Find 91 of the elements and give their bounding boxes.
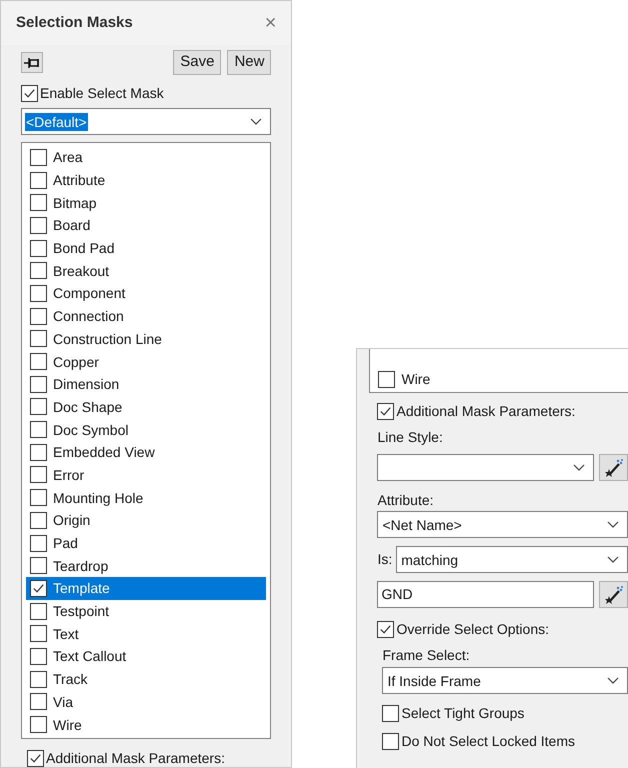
list-item[interactable]: Construction Line	[26, 328, 266, 350]
magic-wand-icon	[604, 458, 624, 478]
checkbox[interactable]	[30, 557, 47, 574]
list-item[interactable]: Bond Pad	[26, 236, 266, 260]
checkbox-label: Additional Mask Parameters:	[396, 402, 576, 420]
checkbox[interactable]	[30, 398, 47, 416]
field-label: Attribute:	[377, 491, 435, 509]
checkbox[interactable]	[30, 216, 47, 234]
text-field[interactable]: GND	[377, 581, 594, 608]
list-item[interactable]: Doc Symbol	[26, 418, 266, 441]
list-item[interactable]: Dimension	[26, 372, 266, 396]
checkbox[interactable]	[30, 172, 47, 189]
checkbox[interactable]	[30, 444, 47, 461]
checkbox[interactable]	[378, 370, 396, 388]
checkbox[interactable]	[30, 466, 47, 484]
pushpin-icon	[24, 56, 40, 68]
panel-title: Selection Masks	[16, 12, 133, 33]
list-item[interactable]: Area	[26, 146, 266, 169]
chevron-down-icon	[250, 118, 262, 126]
checkbox[interactable]	[30, 602, 47, 620]
checkbox[interactable]	[30, 648, 47, 665]
list-item[interactable]: Wire	[374, 368, 624, 391]
field-label: Line Style:	[377, 428, 444, 446]
chevron-down-icon	[607, 556, 619, 564]
checkbox-label: Enable Select Mask	[40, 84, 164, 102]
checkbox[interactable]	[21, 84, 38, 102]
toolbar-button[interactable]: Save	[173, 50, 222, 75]
list-item[interactable]: Mounting Hole	[26, 486, 266, 509]
list-item[interactable]: Error	[26, 464, 266, 486]
list-item[interactable]: Wire	[26, 713, 266, 736]
checkbox[interactable]	[30, 625, 47, 642]
field-label: Is:	[377, 550, 392, 569]
dropdown[interactable]	[377, 454, 594, 481]
chevron-down-icon	[573, 464, 585, 472]
toolbar-button[interactable]: New	[227, 50, 272, 75]
list-item[interactable]: Track	[26, 668, 266, 690]
field-label: Frame Select:	[382, 646, 471, 664]
list-item[interactable]: Bitmap	[26, 191, 266, 214]
checkbox[interactable]	[30, 148, 47, 166]
list-item[interactable]: Component	[26, 282, 266, 305]
checkbox[interactable]	[30, 580, 47, 597]
list-item[interactable]: Attribute	[26, 168, 266, 192]
dropdown[interactable]: <Net Name>	[377, 511, 628, 538]
checkbox[interactable]	[377, 402, 394, 420]
checkbox[interactable]	[30, 353, 47, 370]
checkbox[interactable]	[30, 330, 47, 348]
checkbox[interactable]	[30, 670, 47, 688]
list-item[interactable]: Text	[26, 622, 266, 646]
list-item[interactable]: Via	[26, 690, 266, 714]
magic-wand-button[interactable]	[599, 454, 628, 481]
chevron-down-icon	[607, 676, 619, 684]
list-item[interactable]: Connection	[26, 304, 266, 328]
checkbox-label: Additional Mask Parameters:	[46, 749, 225, 767]
list-item[interactable]: Board	[26, 214, 266, 237]
checkbox[interactable]	[377, 620, 394, 638]
dropdown[interactable]: <Default>	[21, 108, 272, 135]
checkbox[interactable]	[30, 716, 47, 734]
checkbox[interactable]	[30, 194, 47, 212]
checkbox[interactable]	[382, 704, 400, 722]
list-item[interactable]: Embedded View	[26, 440, 266, 464]
list-item[interactable]: Template	[26, 577, 266, 600]
list-item[interactable]: Origin	[26, 509, 266, 532]
checkbox[interactable]	[382, 732, 400, 750]
close-button[interactable]: ×	[264, 13, 276, 33]
list-item[interactable]: Breakout	[26, 259, 266, 282]
list-item[interactable]: Pad	[26, 532, 266, 554]
checkbox[interactable]	[30, 240, 47, 257]
dropdown[interactable]: If Inside Frame	[382, 667, 628, 694]
checkbox[interactable]	[30, 308, 47, 325]
list-item[interactable]: Teardrop	[26, 554, 266, 578]
checkbox[interactable]	[30, 376, 47, 393]
checkbox[interactable]	[30, 512, 47, 529]
checkbox[interactable]	[30, 421, 47, 438]
checkbox-label: Select Tight Groups	[401, 704, 524, 722]
checkbox-label: Do Not Select Locked Items	[401, 732, 576, 750]
list-item[interactable]: Text Callout	[26, 645, 266, 668]
magic-wand-icon	[604, 584, 624, 604]
checkbox-label: Override Select Options:	[396, 620, 549, 638]
magic-wand-button[interactable]	[599, 581, 628, 608]
checkbox[interactable]	[30, 534, 47, 552]
list-item[interactable]: Testpoint	[26, 600, 266, 622]
dropdown[interactable]: matching	[396, 546, 628, 573]
list-item[interactable]: Copper	[26, 350, 266, 373]
pin-button[interactable]	[21, 52, 43, 73]
checkbox[interactable]	[27, 750, 44, 766]
checkbox[interactable]	[30, 693, 47, 710]
checkbox[interactable]	[30, 262, 47, 280]
list-item[interactable]: Doc Shape	[26, 396, 266, 418]
chevron-down-icon	[607, 520, 619, 528]
checkbox[interactable]	[30, 489, 47, 506]
checkbox[interactable]	[30, 284, 47, 302]
